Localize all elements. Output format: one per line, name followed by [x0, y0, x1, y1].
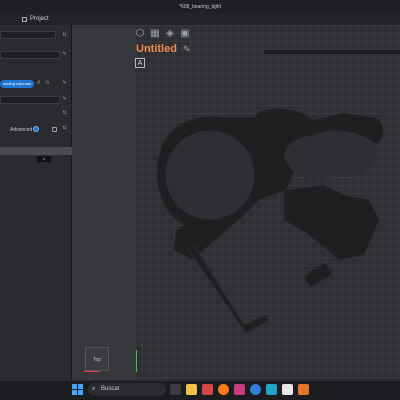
edit-field-icon[interactable]: ✎ — [62, 97, 67, 102]
project-icon — [22, 16, 27, 22]
edit-icon[interactable]: ✎ — [62, 52, 67, 57]
app-cyan-icon[interactable] — [266, 384, 277, 395]
app-red-icon[interactable] — [202, 384, 213, 395]
app-magenta-icon[interactable] — [234, 384, 245, 395]
title-bar: *608_bearing_tight — [0, 0, 400, 13]
window-title: *608_bearing_tight — [179, 4, 221, 10]
top-rail-shape — [264, 50, 400, 54]
app-white-icon[interactable] — [282, 384, 293, 395]
view-cube[interactable]: Top — [85, 347, 109, 371]
panel-gutter — [72, 25, 134, 380]
swap-icon-2[interactable]: ⇅ — [62, 126, 67, 131]
undo-icon[interactable]: ↺ — [36, 81, 41, 86]
panel-field-3[interactable] — [0, 96, 60, 104]
firefox-icon[interactable] — [218, 384, 229, 395]
bearing-lower-shape — [283, 184, 380, 261]
axis-y-indicator — [136, 350, 137, 372]
drawing-shapes[interactable] — [134, 25, 400, 380]
search-placeholder: Buscar — [101, 386, 120, 392]
windows-start-icon[interactable] — [72, 384, 83, 395]
panel-field-2[interactable] — [0, 51, 60, 59]
search-icon: ⌕ — [92, 386, 96, 392]
view-cube-label: Top — [92, 357, 102, 363]
adding-columns-pill[interactable]: adding columns — [0, 80, 35, 88]
pill-label: adding columns — [3, 81, 32, 86]
redo-icon[interactable]: ↻ — [45, 81, 50, 86]
settings-icon[interactable]: ✎ — [62, 81, 67, 86]
taskbar-search[interactable]: ⌕ Buscar — [88, 383, 166, 396]
advanced-toggle[interactable] — [33, 126, 39, 132]
bearing-tab-right — [303, 262, 333, 288]
bearing-hole-left — [162, 127, 258, 223]
bearing-arm-left — [187, 244, 269, 334]
axis-x-indicator — [84, 371, 100, 372]
file-explorer-icon[interactable] — [186, 384, 197, 395]
project-tab[interactable]: Project — [22, 16, 49, 22]
task-view-icon[interactable] — [170, 384, 181, 395]
link-icon[interactable]: ⇅ — [62, 111, 67, 116]
panel-section-bar — [0, 147, 72, 155]
left-panel: ⇅ ✎ adding columns ↺ ↻ ✎ ✎ ⇅ Advanced ⇅ … — [0, 25, 72, 380]
advanced-label: Advanced — [10, 127, 33, 133]
advanced-checkbox[interactable] — [52, 127, 57, 132]
app-blue-icon[interactable] — [250, 384, 261, 395]
app-orange-icon[interactable] — [298, 384, 309, 395]
taskbar-apps — [170, 384, 309, 395]
project-tab-label: Project — [30, 16, 49, 22]
app-window: *608_bearing_tight Project ⇅ ✎ adding co… — [0, 0, 400, 400]
swap-icon[interactable]: ⇅ — [62, 33, 67, 38]
panel-field-1[interactable] — [0, 31, 56, 39]
project-header: Project — [0, 13, 400, 25]
number-value[interactable]: 1 — [37, 156, 51, 162]
